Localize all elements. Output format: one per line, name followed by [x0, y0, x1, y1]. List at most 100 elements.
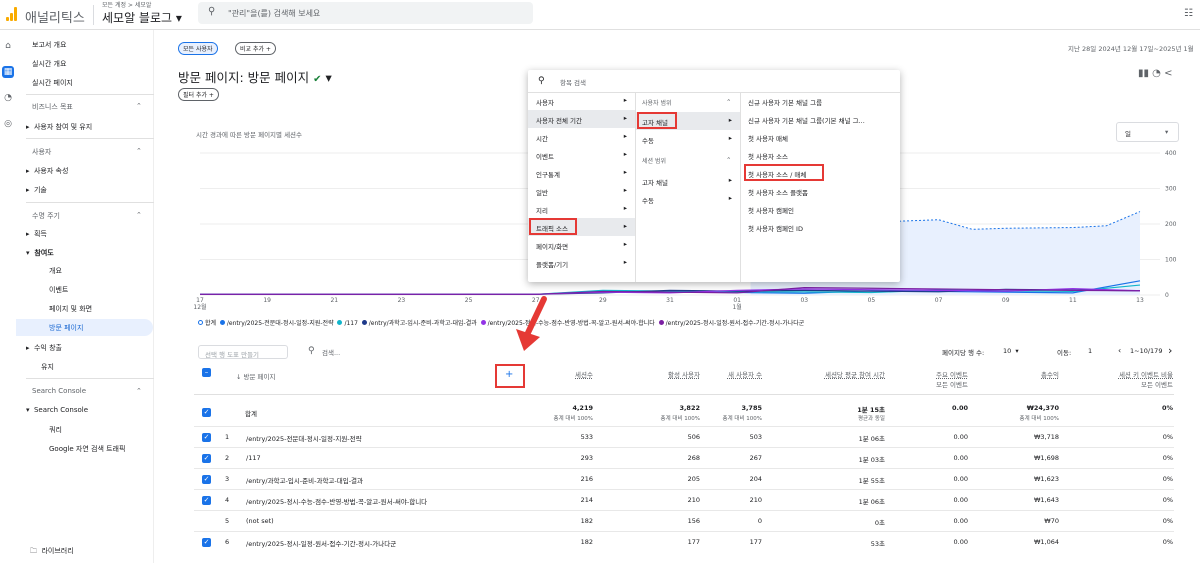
row-checkbox[interactable]: ✓ [202, 496, 211, 505]
dimension-search-input[interactable]: 항목 검색 [560, 77, 586, 87]
metric-header[interactable]: 새 사용자 수 [700, 369, 762, 379]
metric-subheader[interactable]: 모든 이벤트 [1088, 379, 1173, 389]
legend-item[interactable]: /entry/2025-정시-수능-점수-반영-방법-꼭-알고-원서-써야-합니… [480, 320, 655, 327]
home-icon[interactable]: ⌂ [2, 40, 14, 52]
metric-subheader[interactable]: 모든 이벤트 [903, 379, 968, 389]
legend-item[interactable]: /entry/2025-정시-일정-원서-접수-기간-정시-가나다군 [658, 320, 804, 327]
explore-icon[interactable]: ◔ [2, 92, 14, 104]
dimension-item[interactable]: 첫 사용자 캠페인 ID [741, 218, 899, 236]
section-business-goals[interactable]: 비즈니스 목표 [32, 102, 73, 112]
dimension-subcategory-item[interactable]: 수동 ▸ [636, 190, 740, 208]
table-row[interactable]: ✓ 6/entry/2025-정시-일정-원서-접수-기간-정시-가나다군 182 1… [194, 531, 1174, 552]
sidebar-item-engagement[interactable]: ▾ 참여도 [26, 248, 54, 258]
dimension-category-item[interactable]: 지리 ▸ [528, 200, 635, 218]
goto-input[interactable]: 1 [1088, 347, 1092, 355]
dimension-item[interactable]: 신규 사용자 기본 채널 그룹 [741, 92, 899, 110]
row-checkbox[interactable]: ✓ [202, 538, 211, 547]
landing-page-cell[interactable]: (not set) [246, 517, 274, 525]
add-filter-button[interactable]: 필터 추가 + [178, 88, 219, 101]
metric-header[interactable]: 세션당 평균 참여 시간 [815, 369, 885, 379]
metric-header[interactable]: 총수익 [994, 369, 1059, 379]
dimension-subcategory-item[interactable]: 수동 ▸ [636, 130, 740, 148]
apps-grid-icon[interactable]: ☷ [1184, 8, 1193, 19]
row-checkbox[interactable]: ✓ [202, 433, 211, 442]
landing-page-cell[interactable]: /117 [246, 454, 261, 462]
sidebar-item-engagement-retention[interactable]: ▸ 사용자 참여 및 유지 [26, 122, 92, 132]
sidebar-item-queries[interactable]: 쿼리 [49, 425, 62, 435]
chevron-up-icon[interactable]: ⌃ [136, 102, 142, 110]
sidebar-item-tech[interactable]: ▸ 기술 [26, 185, 47, 195]
sidebar-item-acquisition[interactable]: ▸ 획득 [26, 229, 47, 239]
plot-rows-button[interactable]: 선택 행 도표 만들기 [198, 345, 288, 359]
landing-page-cell[interactable]: /entry/2025-정시-수능-점수-반영-방법-꼭-알고-원서-써야-합니… [246, 496, 427, 506]
analytics-logo-icon[interactable] [6, 7, 18, 21]
metric-header[interactable]: 주요 이벤트 [903, 369, 968, 379]
row-checkbox[interactable]: ✓ [202, 475, 211, 484]
sidebar-item-organic-traffic[interactable]: Google 자연 검색 트래픽 [49, 444, 125, 454]
prev-page-button[interactable]: ‹ [1118, 346, 1121, 355]
legend-item-total[interactable]: 합계 [198, 320, 216, 327]
legend-item[interactable]: /entry/과학고-입시-준비-과학고-대입-결과 [361, 320, 477, 327]
table-row[interactable]: ✓ 1/entry/2025-전문대-정시-일정-지원-전략 533 506 503 1분… [194, 426, 1174, 447]
sidebar-item-landing-page[interactable]: 방문 페이지 [16, 319, 153, 336]
table-search-input[interactable]: 검색... [322, 347, 340, 357]
totals-checkbox[interactable]: ✓ [202, 408, 211, 417]
sidebar-item-search-console[interactable]: ▾ Search Console [26, 406, 88, 414]
dimension-category-item[interactable]: 시간 ▸ [528, 128, 635, 146]
sidebar-item-user-attributes[interactable]: ▸ 사용자 속성 [26, 166, 68, 176]
landing-page-cell[interactable]: /entry/2025-정시-일정-원서-접수-기간-정시-가나다군 [246, 538, 396, 548]
account-breadcrumb[interactable]: 모든 계정 > 세모알 [102, 0, 151, 9]
sidebar-item-realtime-pages[interactable]: 실시간 페이지 [32, 78, 73, 88]
sidebar-item-realtime-overview[interactable]: 실시간 개요 [32, 59, 66, 69]
metric-header[interactable]: 세션 키 이벤트 비율 [1088, 369, 1173, 379]
dimension-category-item[interactable]: 트래픽 소스 ▸ [528, 218, 635, 236]
metric-header[interactable]: 활성 사용자 [630, 369, 700, 379]
reports-icon[interactable]: ▦ [2, 66, 14, 78]
dimension-category-item[interactable]: 인구통계 ▸ [528, 164, 635, 182]
date-range[interactable]: 지난 28일 2024년 12월 17일~2025년 1월 [1068, 43, 1194, 53]
select-all-checkbox[interactable]: – [202, 368, 211, 377]
sidebar-item-pages-screens[interactable]: 페이지 및 화면 [49, 304, 92, 314]
landing-page-cell[interactable]: /entry/과학고-입시-준비-과학고-대입-결과 [246, 475, 363, 485]
legend-item[interactable]: /117 [337, 320, 358, 327]
sidebar-item-overview[interactable]: 보고서 개요 [32, 40, 66, 50]
legend-item[interactable]: /entry/2025-전문대-정시-일정-지원-전략 [219, 320, 334, 327]
table-row[interactable]: ✓ 4/entry/2025-정시-수능-점수-반영-방법-꼭-알고-원서-써야-… [194, 489, 1174, 510]
dimension-category-item[interactable]: 이벤트 ▸ [528, 146, 635, 164]
metric-header[interactable]: 세션수 [545, 369, 593, 379]
dimension-category-item[interactable]: 일반 ▸ [528, 182, 635, 200]
search-bar[interactable]: ⚲ "관리"을(를) 검색해 보세요 [198, 2, 533, 24]
chevron-up-icon[interactable]: ⌃ [136, 387, 142, 395]
sidebar-item-library[interactable]: 🗀 라이브러리 [30, 546, 74, 558]
property-selector[interactable]: 세모알 블로그 ▾ [102, 9, 182, 26]
dimension-item[interactable]: 첫 사용자 캠페인 [741, 200, 899, 218]
section-lifecycle[interactable]: 수명 주기 [32, 211, 60, 221]
dimension-item[interactable]: 첫 사용자 소스 / 매체 [741, 164, 899, 182]
landing-page-cell[interactable]: /entry/2025-전문대-정시-일정-지원-전략 [246, 433, 362, 443]
section-user[interactable]: 사용자 [32, 147, 51, 157]
dimension-item[interactable]: 첫 사용자 소스 플랫폼 [741, 182, 899, 200]
dimension-category-item[interactable]: 사용자 ▸ [528, 92, 635, 110]
segment-chip-all-users[interactable]: 모든 사용자 [178, 42, 218, 55]
dimension-subcategory-item[interactable]: 고자 채널 ▸ [636, 112, 740, 130]
dimension-item[interactable]: 첫 사용자 소스 [741, 146, 899, 164]
dimension-category-item[interactable]: 사용자 전체 기간 ▸ [528, 110, 635, 128]
advertising-icon[interactable]: ◎ [2, 118, 14, 130]
check-circle-icon[interactable]: ✔ [313, 74, 321, 85]
table-row[interactable]: ✓ 3/entry/과학고-입시-준비-과학고-대입-결과 216 205 204 1분 … [194, 468, 1174, 489]
chevron-up-icon[interactable]: ⌃ [726, 98, 731, 106]
rows-per-page-select[interactable]: 10 ▾ [1003, 347, 1019, 355]
table-row[interactable]: 5 (not set) 182 156 0 0초 0.00 ₩70 0% [194, 510, 1174, 531]
next-page-button[interactable]: › [1168, 344, 1172, 357]
report-toolbar-icons[interactable]: ▮▮ ◔ < [1138, 68, 1172, 79]
sidebar-item-monetization[interactable]: ▸ 수익 창출 [26, 343, 62, 353]
dimension-category-item[interactable]: 플랫폼/기기 ▸ [528, 254, 635, 272]
row-checkbox[interactable]: ✓ [202, 454, 211, 463]
sidebar-item-retention[interactable]: 유지 [41, 362, 54, 372]
sidebar-item-events[interactable]: 이벤트 [49, 285, 68, 295]
section-search-console[interactable]: Search Console [32, 387, 86, 395]
dimension-category-item[interactable]: 페이지/화면 ▸ [528, 236, 635, 254]
add-comparison-button[interactable]: 비교 추가 + [235, 42, 276, 55]
dimension-header[interactable]: ↓ 방문 페이지 [236, 371, 275, 381]
table-row[interactable]: ✓ 2/117 293 268 267 1분 03초 0.00 ₩1,698 0% [194, 447, 1174, 468]
